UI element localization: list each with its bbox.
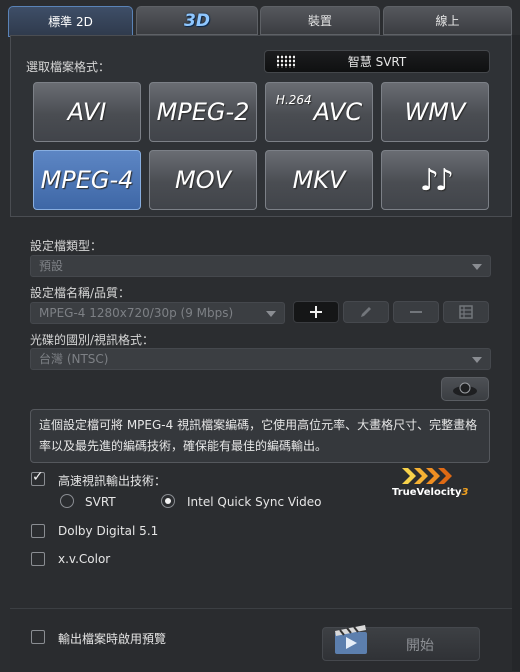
format-h264-sup-label: H.264 bbox=[275, 93, 312, 107]
preview-label: 輸出檔案時啟用預覽 bbox=[58, 632, 167, 646]
chevron-down-icon bbox=[472, 264, 482, 270]
intel-qsv-label: Intel Quick Sync Video bbox=[187, 495, 322, 509]
plus-icon bbox=[310, 306, 322, 318]
pencil-icon bbox=[361, 307, 371, 317]
tab-online[interactable]: 線上 bbox=[383, 6, 512, 35]
format-wmv-label: WMV bbox=[404, 98, 466, 126]
format-mpeg2-label: MPEG-2 bbox=[156, 98, 250, 126]
format-mov-label: MOV bbox=[174, 166, 231, 194]
format-wmv-button[interactable]: WMV bbox=[381, 82, 489, 142]
start-button[interactable]: 開始 bbox=[322, 625, 480, 661]
format-h264-main-label: AVC bbox=[313, 98, 363, 126]
tab-bar: 標準 2D 3D 裝置 線上 bbox=[8, 6, 512, 37]
format-mkv-label: MKV bbox=[292, 166, 346, 194]
tab-standard-2d-label: 標準 2D bbox=[48, 15, 93, 29]
region-value: 台灣 (NTSC) bbox=[39, 352, 109, 366]
profile-name-value: MPEG-4 1280x720/30p (9 Mbps) bbox=[39, 306, 234, 320]
svrt-radio[interactable] bbox=[60, 494, 74, 508]
format-select-label: 選取檔案格式： bbox=[26, 60, 111, 74]
xvcolor-checkbox[interactable] bbox=[31, 552, 45, 566]
clapperboard-icon bbox=[335, 625, 367, 654]
right-edge bbox=[512, 35, 520, 671]
format-h264-avc-button[interactable]: H.264 AVC bbox=[265, 82, 373, 142]
svrt-radio-label: SVRT bbox=[85, 495, 116, 509]
profile-type-label: 設定檔類型： bbox=[30, 239, 103, 253]
start-button-label: 開始 bbox=[406, 638, 434, 654]
chevron-down-icon bbox=[472, 357, 482, 363]
tab-device[interactable]: 裝置 bbox=[260, 6, 380, 35]
music-notes-icon: ♪♪ bbox=[419, 162, 454, 198]
tab-device-label: 裝置 bbox=[307, 14, 332, 28]
profile-name-label: 設定檔名稱/品質： bbox=[30, 286, 131, 300]
region-dropdown[interactable]: 台灣 (NTSC) bbox=[30, 348, 491, 370]
truevelocity-text: TrueVelocity bbox=[392, 487, 462, 498]
chevron-arrows-icon bbox=[402, 468, 452, 484]
format-mpeg4-button[interactable]: MPEG-4 bbox=[33, 150, 141, 210]
format-mpeg2-button[interactable]: MPEG-2 bbox=[149, 82, 257, 142]
format-avi-button[interactable]: AVI bbox=[33, 82, 141, 142]
region-label: 光碟的國別/視訊格式： bbox=[30, 333, 155, 347]
dolby-label: Dolby Digital 5.1 bbox=[58, 524, 159, 538]
profile-name-dropdown[interactable]: MPEG-4 1280x720/30p (9 Mbps) bbox=[30, 302, 285, 324]
fast-video-label: 高速視訊輸出技術： bbox=[58, 474, 167, 488]
profile-details-button[interactable] bbox=[443, 301, 489, 323]
format-audio-button[interactable]: ♪♪ bbox=[381, 150, 489, 210]
format-mkv-button[interactable]: MKV bbox=[265, 150, 373, 210]
tab-3d[interactable]: 3D bbox=[136, 6, 258, 35]
eye-icon bbox=[453, 382, 477, 396]
preview-profile-button[interactable] bbox=[441, 377, 489, 401]
intel-qsv-radio[interactable] bbox=[161, 494, 175, 508]
profile-type-value: 預設 bbox=[39, 259, 64, 273]
tab-3d-label: 3D bbox=[184, 10, 210, 31]
remove-profile-button[interactable] bbox=[393, 301, 439, 323]
fast-video-checkbox[interactable] bbox=[31, 469, 45, 486]
chevron-down-icon bbox=[266, 311, 276, 317]
format-avi-label: AVI bbox=[67, 98, 107, 126]
profile-type-dropdown[interactable]: 預設 bbox=[30, 255, 491, 277]
truevelocity-version: 3 bbox=[461, 487, 469, 498]
smart-svrt-button[interactable]: 智慧 SVRT bbox=[264, 50, 490, 73]
preview-checkbox[interactable] bbox=[31, 630, 45, 644]
xvcolor-label: x.v.Color bbox=[58, 552, 111, 566]
edit-profile-button[interactable] bbox=[343, 301, 389, 323]
svrt-icon bbox=[277, 55, 295, 68]
minus-icon bbox=[410, 311, 422, 313]
truevelocity-logo: TrueVelocity3 bbox=[392, 467, 470, 503]
profile-description: 這個設定檔可將 MPEG-4 視訊檔案編碼，它使用高位元率、大畫格尺寸、完整畫格… bbox=[30, 409, 490, 463]
add-profile-button[interactable] bbox=[293, 301, 339, 323]
list-table-icon bbox=[459, 305, 473, 319]
format-mpeg4-label: MPEG-4 bbox=[40, 166, 134, 194]
tab-online-label: 線上 bbox=[435, 14, 460, 28]
dolby-checkbox[interactable] bbox=[31, 524, 45, 538]
tab-standard-2d[interactable]: 標準 2D bbox=[8, 6, 133, 37]
format-mov-button[interactable]: MOV bbox=[149, 150, 257, 210]
smart-svrt-label: 智慧 SVRT bbox=[347, 55, 407, 69]
